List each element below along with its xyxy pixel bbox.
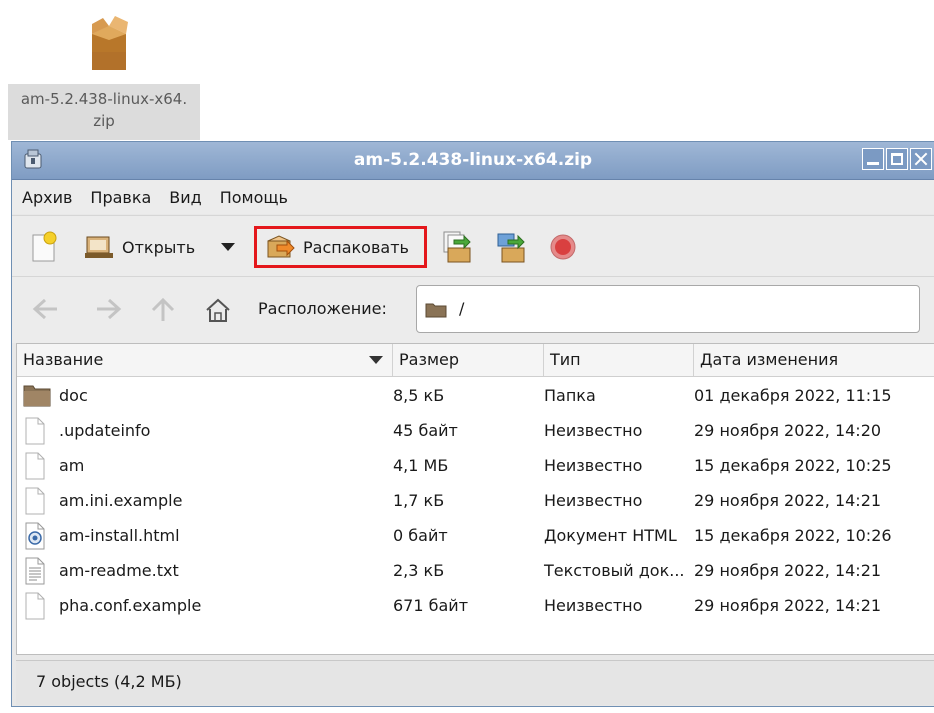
column-date[interactable]: Дата изменения — [694, 344, 934, 376]
table-row[interactable]: am-install.html 0 байт Документ HTML 15 … — [17, 518, 934, 553]
column-size[interactable]: Размер — [393, 344, 544, 376]
table-row[interactable]: am 4,1 МБ Неизвестно 15 декабря 2022, 10… — [17, 448, 934, 483]
menu-edit[interactable]: Правка — [90, 188, 151, 207]
open-button-label: Открыть — [122, 237, 196, 257]
table-row[interactable]: .updateinfo 45 байт Неизвестно 29 ноября… — [17, 413, 934, 448]
home-icon[interactable] — [204, 297, 232, 323]
file-icon — [25, 452, 45, 480]
table-row[interactable]: am-readme.txt 2,3 кБ Текстовый док... 29… — [17, 553, 934, 588]
sort-down-icon — [369, 356, 383, 364]
new-document-icon — [32, 231, 57, 262]
new-archive-button[interactable] — [30, 230, 58, 264]
close-button[interactable] — [910, 148, 932, 170]
file-size: 4,1 МБ — [393, 456, 449, 475]
minimize-button[interactable] — [862, 148, 884, 170]
file-type: Неизвестно — [544, 421, 643, 440]
archive-window: am-5.2.438-linux-x64.zip Архив Правка Ви… — [11, 141, 934, 707]
file-icon — [25, 417, 45, 445]
file-type: Папка — [544, 386, 596, 405]
add-files-button[interactable] — [440, 230, 474, 264]
file-size: 0 байт — [393, 526, 448, 545]
title-bar[interactable]: am-5.2.438-linux-x64.zip — [12, 142, 934, 180]
window-title: am-5.2.438-linux-x64.zip — [353, 150, 593, 170]
menu-help[interactable]: Помощь — [220, 188, 288, 207]
status-text: 7 objects (4,2 МБ) — [36, 672, 182, 691]
status-bar: 7 objects (4,2 МБ) — [16, 660, 934, 705]
file-icon — [25, 592, 45, 620]
add-folder-icon — [497, 233, 525, 263]
desktop-label-line2: zip — [93, 112, 115, 130]
file-date: 15 декабря 2022, 10:26 — [694, 526, 892, 545]
stop-icon — [550, 234, 576, 260]
file-name: pha.conf.example — [59, 596, 202, 615]
extract-button-label: Распаковать — [303, 237, 409, 257]
forward-arrow-icon[interactable] — [94, 297, 122, 321]
add-files-icon — [443, 231, 471, 263]
open-dropdown-arrow[interactable] — [220, 230, 236, 264]
table-row[interactable]: doc 8,5 кБ Папка 01 декабря 2022, 11:15 — [17, 378, 934, 413]
desktop-label-line1: am-5.2.438-linux-x64. — [20, 90, 188, 108]
file-type: Текстовый док... — [544, 561, 685, 580]
file-size: 45 байт — [393, 421, 458, 440]
toolbar: Открыть Распаковать — [12, 215, 934, 276]
menu-bar: Архив Правка Вид Помощь — [12, 180, 934, 214]
chevron-down-icon — [221, 243, 235, 251]
folder-icon — [425, 303, 447, 318]
file-name: am — [59, 456, 85, 475]
extract-icon — [267, 235, 295, 258]
location-label: Расположение: — [258, 299, 387, 318]
file-name: am.ini.example — [59, 491, 183, 510]
file-type: Неизвестно — [544, 596, 643, 615]
up-arrow-icon[interactable] — [150, 297, 176, 323]
back-arrow-icon[interactable] — [32, 297, 60, 321]
html-file-icon — [25, 522, 45, 550]
open-button[interactable]: Открыть — [84, 230, 195, 264]
extract-button[interactable]: Распаковать — [254, 226, 427, 268]
file-name: doc — [59, 386, 88, 405]
maximize-button[interactable] — [886, 148, 908, 170]
file-date: 01 декабря 2022, 11:15 — [694, 386, 892, 405]
desktop-icon-label: am-5.2.438-linux-x64. zip — [8, 84, 200, 140]
column-name[interactable]: Название — [17, 344, 393, 376]
location-field[interactable]: / — [416, 285, 920, 333]
folder-icon — [23, 385, 51, 407]
file-type: Неизвестно — [544, 456, 643, 475]
menu-view[interactable]: Вид — [169, 188, 201, 207]
file-date: 29 ноября 2022, 14:21 — [694, 491, 882, 510]
open-archive-icon — [85, 236, 113, 258]
file-date: 15 декабря 2022, 10:25 — [694, 456, 892, 475]
column-type[interactable]: Тип — [544, 344, 694, 376]
file-size: 671 байт — [393, 596, 469, 615]
add-folder-button[interactable] — [494, 230, 528, 264]
file-name: am-install.html — [59, 526, 180, 545]
file-date: 29 ноября 2022, 14:20 — [694, 421, 882, 440]
file-list: Название Размер Тип Дата изменения doc 8… — [16, 343, 934, 655]
file-name: .updateinfo — [59, 421, 151, 440]
file-icon — [25, 487, 45, 515]
file-date: 29 ноября 2022, 14:21 — [694, 561, 882, 580]
file-size: 1,7 кБ — [393, 491, 445, 510]
table-row[interactable]: am.ini.example 1,7 кБ Неизвестно 29 нояб… — [17, 483, 934, 518]
file-size: 8,5 кБ — [393, 386, 445, 405]
text-file-icon — [25, 557, 45, 585]
file-type: Документ HTML — [544, 526, 677, 545]
stop-button[interactable] — [548, 230, 578, 264]
column-header: Название Размер Тип Дата изменения — [17, 344, 934, 377]
file-type: Неизвестно — [544, 491, 643, 510]
location-path: / — [459, 299, 465, 318]
location-bar: Расположение: / — [12, 276, 934, 343]
menu-archive[interactable]: Архив — [22, 188, 72, 207]
file-size: 2,3 кБ — [393, 561, 445, 580]
table-row[interactable]: pha.conf.example 671 байт Неизвестно 29 … — [17, 588, 934, 623]
file-date: 29 ноября 2022, 14:21 — [694, 596, 882, 615]
file-name: am-readme.txt — [59, 561, 179, 580]
package-icon — [92, 16, 128, 70]
